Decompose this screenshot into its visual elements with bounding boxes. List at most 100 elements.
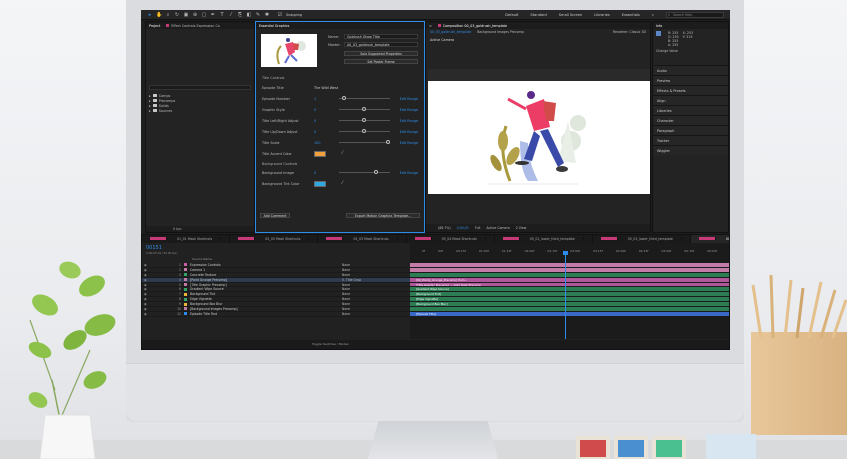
resolution-select[interactable]: Full (475, 226, 480, 230)
time-ruler[interactable]: 0f 00f 00:15f 01:00f 01:15f 02:00f 02:15f 03:00… (410, 243, 729, 253)
eg-property-slider[interactable] (339, 118, 390, 122)
tab-effect-controls[interactable]: Effect Controls Expression Co (166, 23, 220, 28)
pan-behind-tool-icon[interactable]: ⊕ (192, 12, 198, 18)
visibility-eye-icon[interactable]: ◉ (142, 263, 150, 267)
composition-viewer[interactable] (428, 69, 650, 194)
edit-range-link[interactable]: Edit Range (396, 171, 418, 175)
master-select[interactable]: 00_03_goldrush_template (344, 42, 418, 47)
overflow-icon[interactable]: » (652, 13, 654, 17)
timeline-track-area[interactable]: 0f 00f 00:15f 01:00f 01:15f 02:00f 02:15f 03:00… (410, 243, 729, 339)
layer-name[interactable]: Expression Controls (190, 263, 300, 267)
visibility-eye-icon[interactable]: ◉ (142, 268, 150, 272)
slider-knob[interactable] (361, 129, 366, 133)
layer-label-color[interactable] (184, 292, 187, 296)
eg-property-value[interactable]: 100 (314, 141, 339, 145)
name-field[interactable]: Goldrush Show Title (344, 34, 418, 39)
visibility-eye-icon[interactable]: ◉ (142, 297, 150, 301)
magnification-select[interactable]: (66.7%) (438, 226, 451, 230)
solo-supported-properties-button[interactable]: Solo Supported Properties (344, 51, 418, 56)
layer-name[interactable]: [Title Graphic Precomp] (190, 283, 300, 287)
side-panel-item[interactable]: Paragraph (653, 125, 728, 135)
layer-label-color[interactable] (184, 278, 187, 282)
layer-name[interactable]: Episode Title Text (190, 312, 300, 316)
tab-essential-graphics[interactable]: Essential Graphics (259, 24, 289, 28)
layer-name[interactable]: Camera 1 (190, 268, 300, 272)
visibility-eye-icon[interactable]: ◉ (142, 307, 150, 311)
timeline-tab[interactable]: 05_03 Mask Shortcuts (318, 235, 407, 243)
pen-tool-icon[interactable]: ✒ (210, 12, 216, 18)
visibility-eye-icon[interactable]: ◉ (142, 283, 150, 287)
background-image-slider[interactable] (339, 170, 390, 174)
layer-parent-select[interactable]: None (342, 297, 372, 301)
roto-brush-tool-icon[interactable]: ✎ (255, 12, 261, 18)
layer-name[interactable]: [Background Images Precomp] (190, 307, 300, 311)
lock-icon[interactable]: ≡ (429, 24, 432, 28)
timeline-tab[interactable]: 05_02_lower_third_template (593, 235, 691, 243)
eraser-tool-icon[interactable]: ◧ (246, 12, 252, 18)
slider-knob[interactable] (361, 107, 366, 111)
layer-parent-select[interactable]: None (342, 283, 372, 287)
layer-parent-select[interactable]: None (342, 307, 372, 311)
eg-property-slider[interactable] (339, 140, 390, 144)
slider-knob[interactable] (341, 96, 346, 100)
eyedropper-icon[interactable]: ⁄ (342, 181, 343, 186)
camera-tool-icon[interactable]: ▣ (183, 12, 189, 18)
search-help-input[interactable]: Search Help (666, 11, 724, 18)
set-poster-frame-button[interactable]: Set Poster Frame (344, 59, 418, 64)
layer-parent-select[interactable]: None (342, 273, 372, 277)
eg-property-slider[interactable] (339, 96, 390, 100)
edit-range-link[interactable]: Edit Range (396, 119, 418, 123)
view-layout-select[interactable]: 2 View (516, 226, 527, 230)
layer-parent-select[interactable]: None (342, 268, 372, 272)
rotate-tool-icon[interactable]: ↻ (174, 12, 180, 18)
eg-property-value[interactable]: 1 (314, 97, 339, 101)
brush-tool-icon[interactable]: ⁄ (228, 12, 234, 18)
timeline-tab[interactable]: 05_01_lower_third_template (495, 235, 593, 243)
layer-parent-select[interactable]: None (342, 263, 372, 267)
visibility-eye-icon[interactable]: ◉ (142, 273, 150, 277)
episode-title-field[interactable]: The Wild West (314, 86, 338, 90)
layer-parent-select[interactable]: None (342, 292, 372, 296)
layer-parent-select[interactable]: 5. Title Grup (342, 278, 372, 282)
visibility-eye-icon[interactable]: ◉ (142, 278, 150, 282)
timeline-tab[interactable]: 05_04 Mask Shortcuts (407, 235, 495, 243)
title-accent-color-swatch[interactable] (314, 150, 326, 157)
renderer-label[interactable]: Renderer: Classic 3D (613, 30, 646, 34)
selection-tool-icon[interactable]: ▸ (147, 12, 153, 18)
layer-name[interactable]: Gradient Wipe Source (190, 287, 300, 291)
layer-name[interactable]: [Point Grunge Precomp] (190, 278, 300, 282)
eg-property-value[interactable]: 0 (314, 130, 339, 134)
workspace-essentials[interactable]: Essentials (622, 13, 640, 17)
tab-composition[interactable]: Composition 00_03_goldrush_template (437, 23, 507, 28)
eg-property-slider[interactable] (339, 107, 390, 111)
eg-property-value[interactable]: 0 (314, 108, 339, 112)
layer-label-color[interactable] (184, 297, 187, 301)
layer-row[interactable]: ◉ 11 Episode Title Text None (142, 312, 410, 317)
layer-name[interactable]: Background Box Blur (190, 302, 300, 306)
rectangle-tool-icon[interactable]: ▢ (201, 12, 207, 18)
layer-label-color[interactable] (184, 263, 187, 267)
subtab-background-precomp[interactable]: Background Images Precomp (477, 30, 524, 34)
camera-view-select[interactable]: Active Camera (486, 226, 509, 230)
visibility-eye-icon[interactable]: ◉ (142, 292, 150, 296)
layer-label-color[interactable] (184, 307, 187, 311)
layer-label-color[interactable] (184, 312, 187, 316)
edit-range-link[interactable]: Edit Range (396, 97, 418, 101)
tab-project[interactable]: Project (149, 24, 160, 28)
layer-label-color[interactable] (184, 287, 187, 291)
layer-label-color[interactable] (184, 268, 187, 272)
side-panel-item[interactable]: Align (653, 95, 728, 105)
timeline-tab[interactable]: 01_01 Mask Shortcuts (142, 235, 231, 243)
workspace-standard[interactable]: Standard (530, 13, 546, 17)
slider-knob[interactable] (361, 118, 366, 122)
playhead[interactable] (563, 251, 568, 339)
tab-info[interactable]: Info (656, 24, 662, 28)
clone-stamp-tool-icon[interactable]: ⎘ (237, 12, 243, 18)
eg-property-slider[interactable] (339, 129, 390, 133)
side-panel-item[interactable]: Effects & Presets (653, 85, 728, 95)
export-mogrt-button[interactable]: Export Motion Graphics Template... (346, 213, 420, 218)
layer-parent-select[interactable]: None (342, 287, 372, 291)
toggle-switches-modes[interactable]: Toggle Switches / Modes (142, 340, 729, 349)
visibility-eye-icon[interactable]: ◉ (142, 312, 150, 316)
slider-knob[interactable] (373, 170, 378, 174)
